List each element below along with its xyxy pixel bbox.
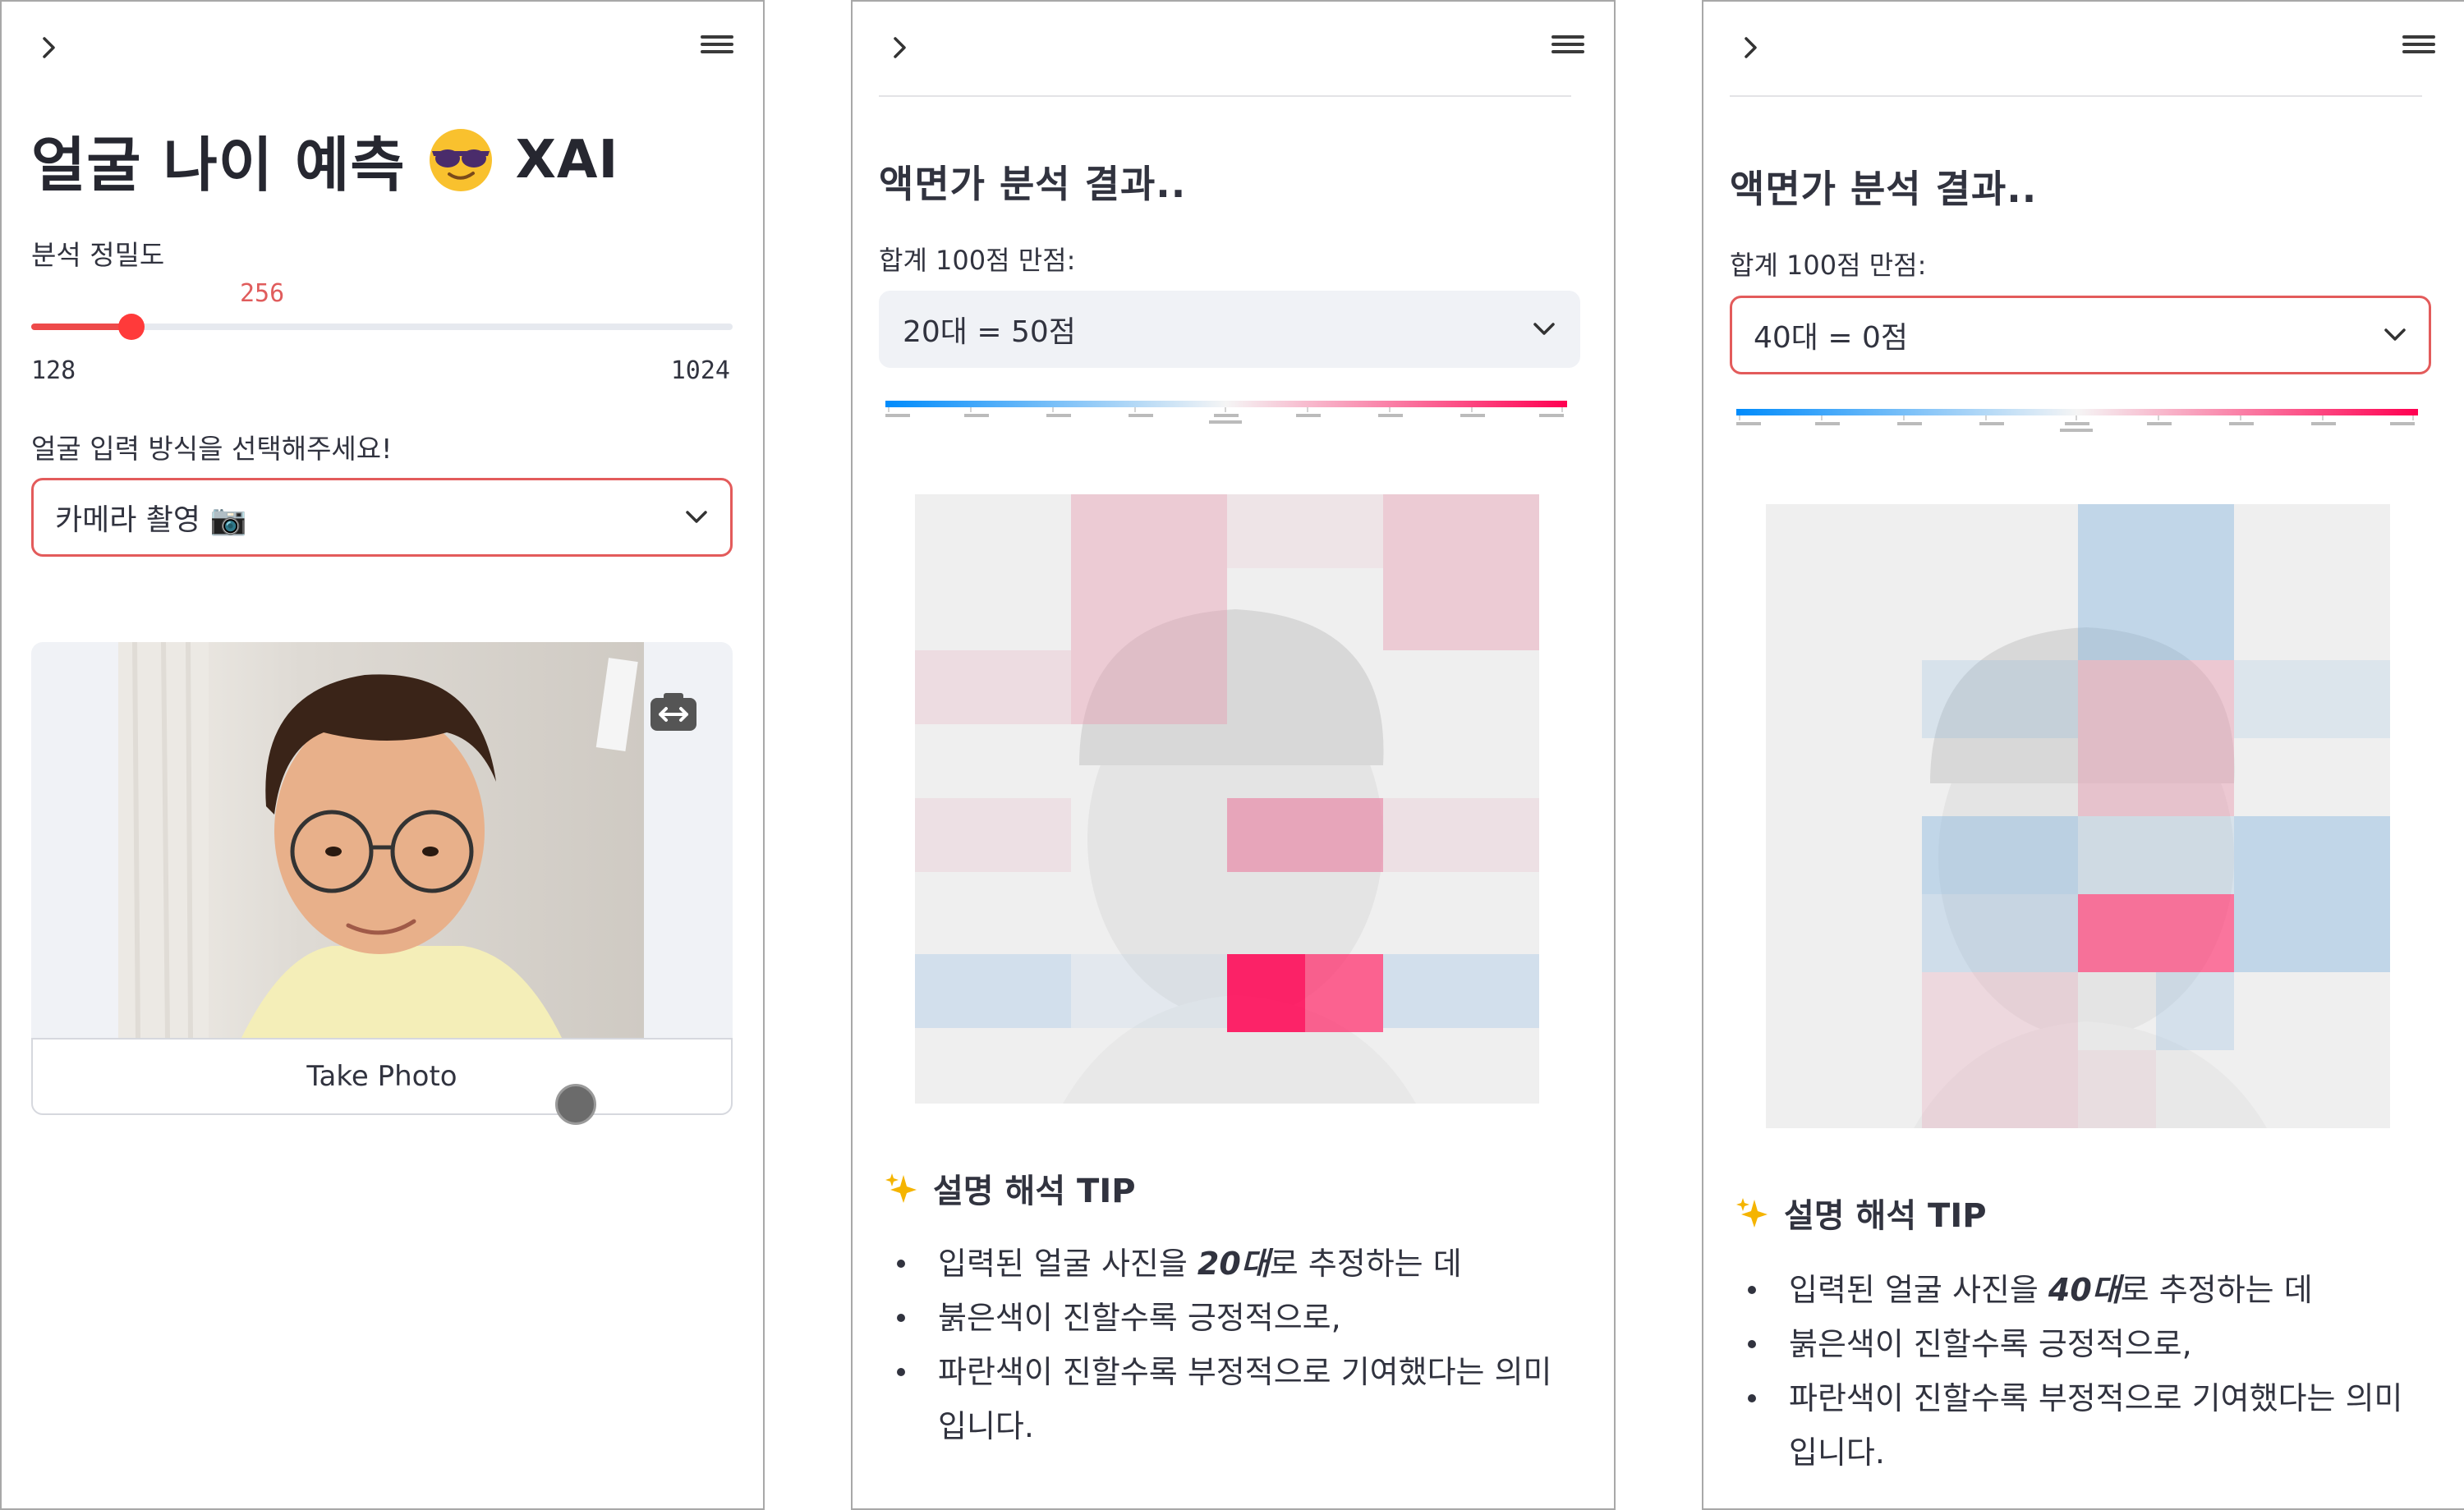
slider-min: 128	[31, 356, 76, 385]
age-emphasis: 40대	[2048, 1272, 2121, 1308]
age-group-value: 40대 = 0점	[1754, 321, 1909, 355]
chevron-right-icon	[1745, 37, 1757, 58]
page-title: 얼굴 나이 예측 XAI	[31, 117, 618, 203]
panel-result-20s: 액면가 분석 결과.. 합계 100점 만점: 20대 = 50점 설명 해석 …	[851, 0, 1616, 1510]
chevron-down-icon	[684, 509, 709, 526]
face-photo-illustration	[118, 642, 644, 1038]
score-label: 합계 100점 만점:	[1730, 250, 1927, 281]
shap-colorbar	[1736, 409, 2418, 432]
input-method-value: 카메라 촬영 📷	[55, 503, 247, 537]
hamburger-menu-icon[interactable]	[701, 31, 733, 57]
input-method-label: 얼굴 입력 방식을 선택해주세요!	[31, 433, 393, 465]
shap-colorbar	[885, 401, 1567, 424]
camera-photo	[118, 642, 644, 1038]
touch-cursor	[555, 1084, 596, 1125]
panel-input: 얼굴 나이 예측 XAI 분석 정밀도 256 128 1024 얼굴 입력 방…	[0, 0, 765, 1510]
camera-switch-icon[interactable]	[649, 691, 698, 732]
page-title-suffix: XAI	[515, 129, 619, 190]
age-emphasis: 20대	[1197, 1246, 1270, 1282]
score-label: 합계 100점 만점:	[879, 245, 1076, 276]
slider-thumb[interactable]	[118, 314, 145, 340]
tip-heading: 설명 해석 TIP	[1736, 1189, 1987, 1237]
header-divider	[879, 95, 1571, 97]
chevron-right-icon	[894, 37, 906, 58]
tip-title: 설명 해석 TIP	[1784, 1197, 1987, 1235]
sparkles-icon	[885, 1173, 917, 1203]
tip-list: 입력된 얼굴 사진을 20대로 추정하는 데 붉은색이 진할수록 긍정적으로, …	[884, 1237, 1574, 1453]
take-photo-button[interactable]: Take Photo	[31, 1038, 733, 1115]
slider-max: 1024	[670, 356, 730, 385]
hamburger-menu-icon[interactable]	[2402, 31, 2435, 57]
tip-item: 붉은색이 진할수록 긍정적으로,	[884, 1291, 1574, 1345]
sidebar-expand-button[interactable]	[1736, 33, 1766, 62]
shap-heatmap-image	[1766, 504, 2390, 1128]
age-group-select[interactable]: 40대 = 0점	[1730, 296, 2431, 374]
slider-current-value: 256	[240, 279, 285, 308]
tip-item: 입력된 얼굴 사진을 40대로 추정하는 데	[1735, 1263, 2425, 1317]
tip-item: 입력된 얼굴 사진을 20대로 추정하는 데	[884, 1237, 1574, 1291]
hamburger-menu-icon[interactable]	[1551, 31, 1584, 57]
header-divider	[1730, 95, 2422, 97]
shap-heatmap-image	[915, 494, 1539, 1104]
tip-heading: 설명 해석 TIP	[885, 1164, 1136, 1212]
chevron-down-icon	[2383, 327, 2407, 343]
tip-item: 파란색이 진할수록 부정적으로 기여했다는 의미입니다.	[884, 1345, 1574, 1453]
tip-list: 입력된 얼굴 사진을 40대로 추정하는 데 붉은색이 진할수록 긍정적으로, …	[1735, 1263, 2425, 1480]
chevron-down-icon	[1532, 321, 1556, 337]
tip-item: 붉은색이 진할수록 긍정적으로,	[1735, 1317, 2425, 1371]
tip-item: 파란색이 진할수록 부정적으로 기여했다는 의미입니다.	[1735, 1371, 2425, 1480]
sunglasses-emoji-icon	[429, 128, 492, 191]
result-heading: 액면가 분석 결과..	[1730, 167, 2038, 211]
chevron-right-icon	[43, 37, 55, 58]
slider-label: 분석 정밀도	[31, 239, 165, 271]
sidebar-expand-button[interactable]	[885, 33, 915, 62]
camera-preview	[31, 642, 733, 1038]
result-heading: 액면가 분석 결과..	[879, 162, 1187, 206]
sparkles-icon	[1736, 1198, 1768, 1228]
age-group-value: 20대 = 50점	[903, 315, 1076, 349]
panel-result-40s: 액면가 분석 결과.. 합계 100점 만점: 40대 = 0점 설명 해석 T…	[1702, 0, 2464, 1510]
age-group-select[interactable]: 20대 = 50점	[879, 291, 1580, 368]
sidebar-expand-button[interactable]	[34, 33, 64, 62]
page-title-text: 얼굴 나이 예측	[31, 131, 406, 200]
input-method-select[interactable]: 카메라 촬영 📷	[31, 478, 733, 557]
tip-title: 설명 해석 TIP	[933, 1173, 1136, 1210]
slider-fill	[31, 324, 132, 330]
